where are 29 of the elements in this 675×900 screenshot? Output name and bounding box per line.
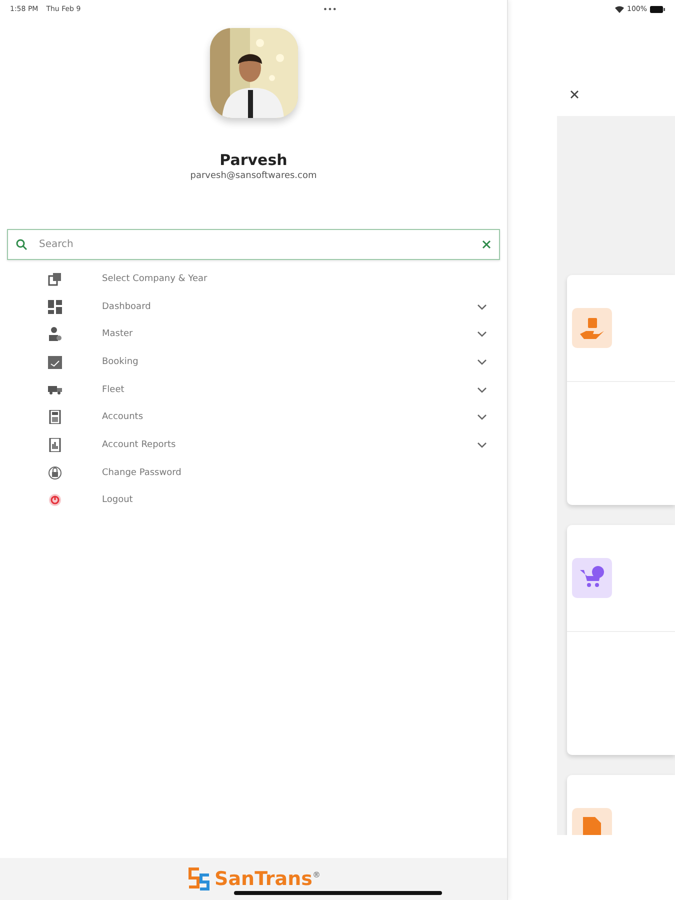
- person-icon: [48, 327, 62, 342]
- search-icon: [16, 239, 27, 250]
- search-bar[interactable]: Search: [7, 229, 500, 260]
- menu-item[interactable]: Dashboard: [0, 292, 507, 320]
- menu-item[interactable]: Account Reports: [0, 431, 507, 459]
- calculator-icon: [48, 410, 62, 424]
- multitask-dots[interactable]: •••: [322, 4, 337, 14]
- lock-icon: [48, 466, 62, 480]
- menu-item[interactable]: Logout: [0, 486, 507, 514]
- calendar-icon: [48, 354, 62, 369]
- report-icon: [48, 438, 62, 452]
- logo-text: SanTrans$^{®}$: [214, 868, 320, 890]
- truck-icon: [48, 384, 62, 395]
- dashboard-icon: [48, 300, 62, 314]
- menu-item[interactable]: Fleet: [0, 376, 507, 404]
- menu-item[interactable]: Booking: [0, 348, 507, 376]
- menu-item[interactable]: Select Company & Year: [0, 265, 507, 293]
- menu-item[interactable]: Master: [0, 320, 507, 348]
- menu-item[interactable]: Change Password: [0, 458, 507, 486]
- close-button[interactable]: [568, 88, 580, 100]
- clear-icon[interactable]: [482, 240, 491, 249]
- power-icon: [48, 494, 62, 506]
- battery-icon: [650, 6, 665, 12]
- profile-name: Parvesh: [220, 151, 288, 169]
- wifi-icon: [614, 6, 624, 12]
- copy-icon: [48, 272, 62, 286]
- profile-email: parvesh@sansoftwares.com: [190, 171, 317, 181]
- logo-icon: [186, 867, 211, 891]
- menu-item[interactable]: Accounts: [0, 403, 507, 432]
